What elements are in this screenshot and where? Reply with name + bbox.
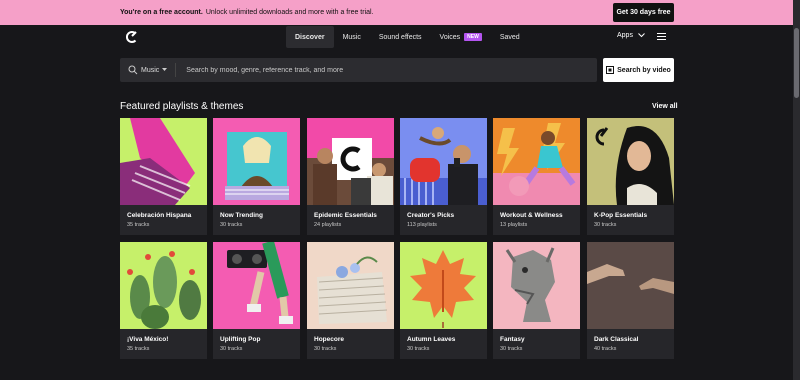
playlist-artwork (213, 118, 300, 205)
search-type-label: Music (141, 66, 160, 74)
playlist-count: 35 tracks (127, 346, 150, 352)
playlist-count: 40 tracks (594, 346, 617, 352)
playlist-count: 30 tracks (407, 346, 430, 352)
nav-tabs: Discover Music Sound effects Voices NEW S… (286, 26, 529, 48)
playlist-artwork (400, 242, 487, 329)
playlist-artwork (307, 242, 394, 329)
section-title: Featured playlists & themes (120, 101, 244, 112)
tab-discover[interactable]: Discover (286, 26, 334, 48)
playlist-count: 24 playlists (314, 222, 342, 228)
playlist-artwork (307, 118, 394, 205)
tab-saved[interactable]: Saved (491, 26, 529, 48)
playlist-card[interactable]: Workout & Wellness 13 playlists (493, 118, 580, 235)
scrollbar[interactable] (793, 0, 800, 380)
playlist-title: Hopecore (314, 336, 344, 343)
playlist-card[interactable]: Epidemic Essentials 24 playlists (307, 118, 394, 235)
search-type-dropdown[interactable]: Music (141, 66, 168, 74)
playlist-card[interactable]: Now Trending 30 tracks (213, 118, 300, 235)
tab-label: Music (342, 33, 361, 41)
playlist-card[interactable]: Hopecore 30 tracks (307, 242, 394, 359)
playlist-count: 30 tracks (594, 222, 617, 228)
playlist-card[interactable]: Creator's Picks 113 playlists (400, 118, 487, 235)
playlist-artwork (120, 242, 207, 329)
scrollbar-thumb[interactable] (794, 28, 799, 98)
video-button-label: Search by video (617, 66, 671, 74)
tab-label: Voices (439, 33, 461, 41)
playlist-count: 30 tracks (500, 346, 523, 352)
playlist-artwork (120, 118, 207, 205)
playlist-card[interactable]: Autumn Leaves 30 tracks (400, 242, 487, 359)
playlist-artwork (400, 118, 487, 205)
playlist-card[interactable]: Fantasy 30 tracks (493, 242, 580, 359)
menu-icon[interactable] (657, 33, 666, 40)
playlist-card[interactable]: Dark Classical 40 tracks (587, 242, 674, 359)
search-bar: Music (120, 58, 597, 82)
playlist-card[interactable]: Uplifting Pop 30 tracks (213, 242, 300, 359)
logo-icon[interactable] (126, 31, 138, 43)
playlist-title: Autumn Leaves (407, 336, 456, 343)
tab-voices[interactable]: Voices NEW (431, 26, 491, 48)
tab-music[interactable]: Music (334, 26, 370, 48)
playlist-title: K-Pop Essentials (594, 212, 648, 219)
caret-down-icon (162, 68, 168, 71)
search-input[interactable] (186, 66, 567, 74)
promo-text: Unlock unlimited downloads and more with… (205, 9, 374, 16)
promo-banner: You're on a free account. Unlock unlimit… (0, 0, 793, 25)
playlist-title: Uplifting Pop (220, 336, 261, 343)
playlist-count: 13 playlists (500, 222, 528, 228)
apps-menu[interactable]: Apps (617, 32, 645, 39)
new-badge: NEW (464, 33, 482, 41)
promo-bold-text: You're on a free account. (120, 9, 203, 16)
tab-label: Discover (295, 33, 325, 41)
playlist-count: 113 playlists (407, 222, 437, 228)
playlist-title: Fantasy (500, 336, 525, 343)
playlist-count: 35 tracks (127, 222, 150, 228)
tab-label: Saved (499, 33, 520, 41)
playlist-card[interactable]: ¡Viva México! 35 tracks (120, 242, 207, 359)
playlist-count: 30 tracks (220, 222, 243, 228)
playlist-artwork (213, 242, 300, 329)
playlist-title: Celebración Hispana (127, 212, 192, 219)
playlist-artwork (587, 118, 674, 205)
playlist-artwork (493, 242, 580, 329)
playlist-title: Now Trending (220, 212, 263, 219)
divider (175, 63, 177, 77)
tab-sound-effects[interactable]: Sound effects (370, 26, 431, 48)
apps-label: Apps (617, 32, 633, 39)
view-all-link[interactable]: View all (652, 103, 678, 110)
playlist-title: Creator's Picks (407, 212, 455, 219)
playlist-title: Workout & Wellness (500, 212, 563, 219)
playlist-artwork (493, 118, 580, 205)
playlist-artwork (587, 242, 674, 329)
playlist-card[interactable]: Celebración Hispana 35 tracks (120, 118, 207, 235)
playlist-card[interactable]: K-Pop Essentials 30 tracks (587, 118, 674, 235)
chevron-down-icon (638, 33, 645, 38)
search-by-video-button[interactable]: Search by video (603, 58, 674, 82)
top-nav: Discover Music Sound effects Voices NEW S… (0, 25, 793, 50)
free-trial-button[interactable]: Get 30 days free (613, 3, 674, 22)
playlist-title: ¡Viva México! (127, 336, 169, 343)
playlist-title: Dark Classical (594, 336, 639, 343)
playlist-count: 30 tracks (220, 346, 243, 352)
search-icon (128, 65, 138, 75)
playlist-title: Epidemic Essentials (314, 212, 377, 219)
video-icon (606, 66, 615, 74)
playlist-count: 30 tracks (314, 346, 337, 352)
tab-label: Sound effects (378, 33, 422, 41)
